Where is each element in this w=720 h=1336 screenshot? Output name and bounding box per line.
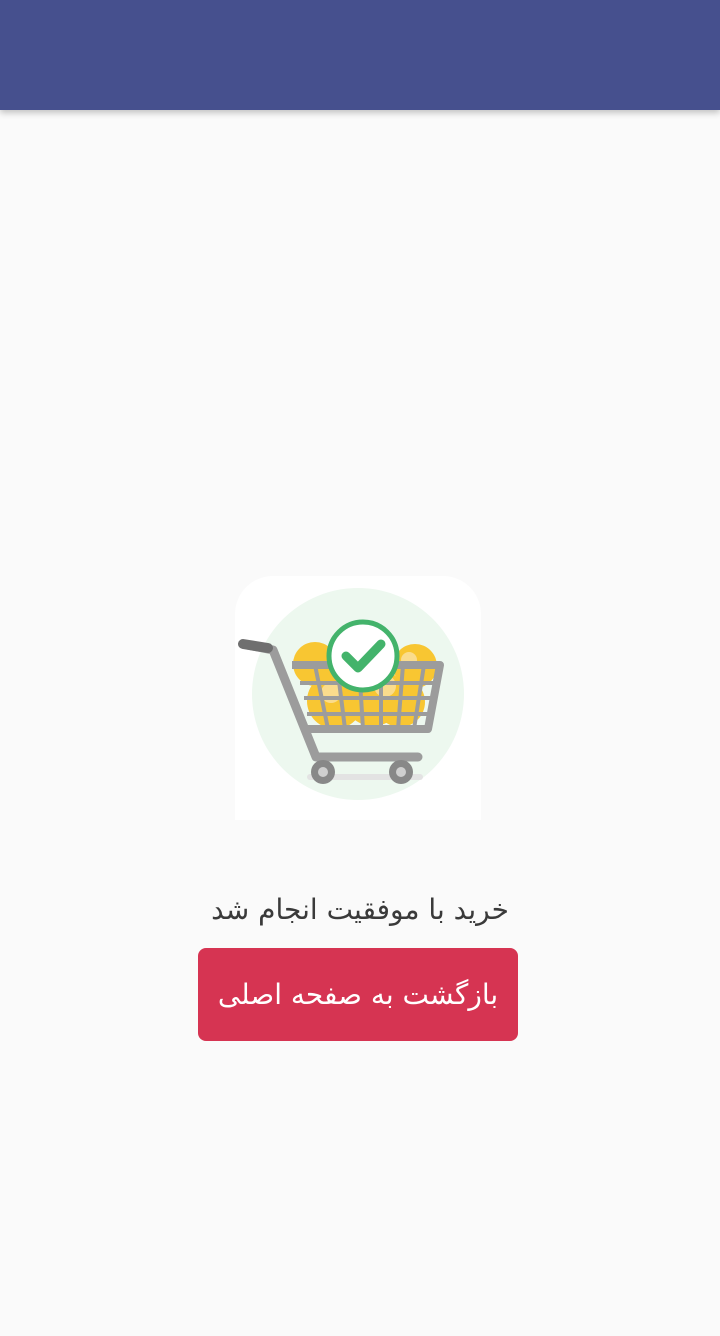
app-bar [0,0,720,110]
back-home-button[interactable]: بازگشت به صفحه اصلی [198,948,518,1041]
shopping-cart-success-icon [235,576,481,820]
purchase-success-content: خرید با موفقیت انجام شد بازگشت به صفحه ا… [0,110,720,1336]
purchase-success-message: خرید با موفقیت انجام شد [211,893,509,926]
